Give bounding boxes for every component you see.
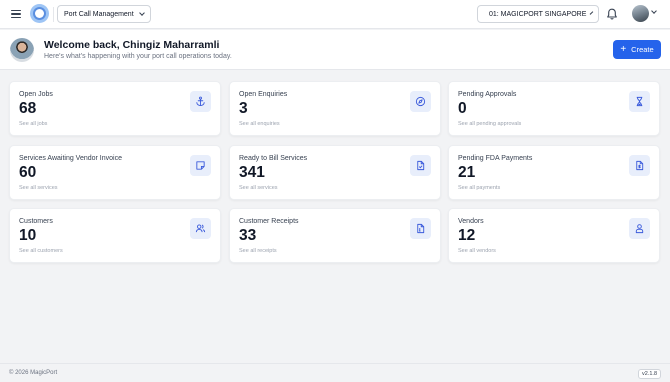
card-pending-fda-payments[interactable]: Pending FDA Payments 21 See all payments bbox=[448, 145, 660, 200]
create-button-label: Create bbox=[631, 45, 654, 54]
card-value: 3 bbox=[239, 100, 248, 117]
receipt-icon bbox=[410, 218, 431, 239]
module-select-label: Port Call Management bbox=[64, 10, 134, 18]
company-select-label: 01: MAGICPORT SINGAPORE bbox=[489, 10, 587, 18]
card-value: 68 bbox=[19, 100, 37, 117]
welcome-banner: Welcome back, Chingiz Maharramli Here's … bbox=[0, 30, 670, 70]
chevron-down-icon[interactable] bbox=[651, 8, 657, 14]
welcome-title: Welcome back, Chingiz Maharramli bbox=[44, 39, 220, 51]
card-link[interactable]: See all services bbox=[239, 185, 278, 191]
hourglass-icon bbox=[629, 91, 650, 112]
card-value: 10 bbox=[19, 227, 37, 244]
card-value: 21 bbox=[458, 164, 476, 181]
app-logo[interactable] bbox=[30, 4, 49, 23]
card-title: Pending Approvals bbox=[458, 91, 517, 98]
card-open-jobs[interactable]: Open Jobs 68 See all jobs bbox=[9, 81, 221, 136]
card-title: Customers bbox=[19, 218, 53, 225]
plus-icon: + bbox=[620, 43, 627, 55]
card-customer-receipts[interactable]: Customer Receipts 33 See all receipts bbox=[229, 208, 441, 263]
card-services-awaiting-vendor-invoice[interactable]: Services Awaiting Vendor Invoice 60 See … bbox=[9, 145, 221, 200]
card-link[interactable]: See all vendors bbox=[458, 248, 496, 254]
card-title: Vendors bbox=[458, 218, 484, 225]
card-link[interactable]: See all services bbox=[19, 185, 58, 191]
card-title: Services Awaiting Vendor Invoice bbox=[19, 155, 122, 162]
vendor-icon bbox=[629, 218, 650, 239]
users-icon bbox=[190, 218, 211, 239]
card-title: Ready to Bill Services bbox=[239, 155, 308, 162]
card-title: Open Enquiries bbox=[239, 91, 288, 98]
anchor-icon bbox=[190, 91, 211, 112]
file-dollar-icon bbox=[629, 155, 650, 176]
copyright-text: © 2026 MagicPort bbox=[9, 370, 58, 376]
card-vendors[interactable]: Vendors 12 See all vendors bbox=[448, 208, 660, 263]
bell-icon[interactable] bbox=[605, 7, 619, 21]
card-title: Customer Receipts bbox=[239, 218, 299, 225]
card-title: Open Jobs bbox=[19, 91, 53, 98]
card-link[interactable]: See all pending approvals bbox=[458, 121, 521, 127]
menu-icon[interactable] bbox=[8, 6, 24, 22]
create-button[interactable]: + Create bbox=[613, 40, 661, 59]
chevron-down-icon bbox=[590, 11, 594, 15]
card-value: 12 bbox=[458, 227, 476, 244]
version-badge: v2.1.8 bbox=[638, 369, 661, 379]
top-bar: Port Call Management 01: MAGICPORT SINGA… bbox=[0, 0, 670, 29]
card-link[interactable]: See all payments bbox=[458, 185, 500, 191]
compass-icon bbox=[410, 91, 431, 112]
module-select[interactable]: Port Call Management bbox=[57, 5, 151, 23]
card-open-enquiries[interactable]: Open Enquiries 3 See all enquiries bbox=[229, 81, 441, 136]
card-value: 60 bbox=[19, 164, 37, 181]
card-value: 0 bbox=[458, 100, 467, 117]
sticky-note-icon bbox=[190, 155, 211, 176]
card-pending-approvals[interactable]: Pending Approvals 0 See all pending appr… bbox=[448, 81, 660, 136]
card-link[interactable]: See all customers bbox=[19, 248, 63, 254]
file-check-icon bbox=[410, 155, 431, 176]
card-link[interactable]: See all jobs bbox=[19, 121, 47, 127]
card-link[interactable]: See all enquiries bbox=[239, 121, 280, 127]
avatar[interactable] bbox=[632, 5, 649, 22]
card-value: 341 bbox=[239, 164, 265, 181]
chevron-down-icon bbox=[138, 10, 145, 16]
company-select[interactable]: 01: MAGICPORT SINGAPORE bbox=[477, 5, 599, 23]
card-title: Pending FDA Payments bbox=[458, 155, 533, 162]
footer: © 2026 MagicPort v2.1.8 bbox=[0, 363, 670, 382]
card-link[interactable]: See all receipts bbox=[239, 248, 277, 254]
card-ready-to-bill-services[interactable]: Ready to Bill Services 341 See all servi… bbox=[229, 145, 441, 200]
divider bbox=[53, 7, 54, 22]
welcome-subtitle: Here's what's happening with your port c… bbox=[44, 53, 232, 60]
card-customers[interactable]: Customers 10 See all customers bbox=[9, 208, 221, 263]
card-value: 33 bbox=[239, 227, 257, 244]
user-avatar bbox=[10, 38, 34, 62]
